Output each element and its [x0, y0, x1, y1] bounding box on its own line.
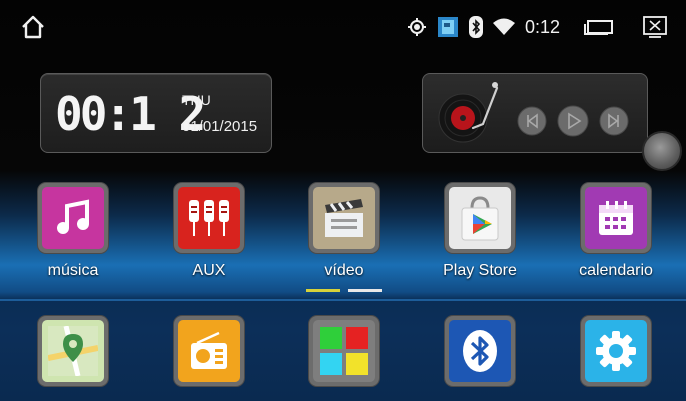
- app-musica[interactable]: música: [13, 183, 133, 280]
- dock-settings[interactable]: [556, 316, 676, 386]
- app-label: música: [47, 262, 99, 279]
- app-notification-icon: [437, 16, 459, 38]
- clock-day: THU: [182, 92, 211, 108]
- next-icon[interactable]: [599, 106, 629, 141]
- app-calendario[interactable]: calendario: [556, 183, 676, 280]
- app-tile: [445, 316, 515, 386]
- app-video[interactable]: vídeo: [284, 183, 404, 280]
- app-tile: [581, 183, 651, 253]
- dock-radio[interactable]: [149, 316, 269, 386]
- previous-icon[interactable]: [517, 106, 547, 141]
- status-bar: 0:12: [0, 0, 686, 52]
- status-icons: 0:12: [407, 12, 668, 42]
- radio-icon: [178, 320, 240, 382]
- play-store-icon: [449, 187, 511, 249]
- clock-widget[interactable]: 00:1 2 THU 01/01/2015: [40, 73, 272, 153]
- aux-cable-icon: [178, 187, 240, 249]
- clock-time: 00:1 2: [55, 87, 206, 141]
- page-indicator: [348, 289, 382, 292]
- floating-assistive-button[interactable]: [642, 131, 682, 171]
- app-tile: [309, 183, 379, 253]
- recent-apps-icon[interactable]: [584, 19, 614, 35]
- app-tile: [174, 316, 244, 386]
- app-grid-icon: [313, 320, 375, 382]
- app-play-store[interactable]: Play Store: [420, 183, 540, 280]
- app-tile: [445, 183, 515, 253]
- app-aux[interactable]: AUX: [149, 183, 269, 280]
- settings-gear-icon: [585, 320, 647, 382]
- launcher-screen: 0:12 00:1 2 THU 01/01/2015 música AUX ví…: [0, 0, 686, 401]
- clapperboard-icon: [313, 187, 375, 249]
- app-label: Play Store: [443, 262, 517, 279]
- vinyl-record-icon[interactable]: [433, 80, 505, 151]
- app-label: vídeo: [324, 262, 364, 279]
- status-time: 0:12: [524, 16, 560, 37]
- app-tile: [309, 316, 379, 386]
- home-icon[interactable]: [20, 14, 46, 40]
- screen-icon[interactable]: [642, 16, 668, 38]
- app-label: calendario: [579, 262, 653, 279]
- dock-app-drawer[interactable]: [284, 316, 404, 386]
- page-indicator-active: [306, 289, 340, 292]
- music-widget: [422, 73, 648, 153]
- app-tile: [581, 316, 651, 386]
- bluetooth-icon: [449, 320, 511, 382]
- dock-maps[interactable]: [13, 316, 133, 386]
- play-icon[interactable]: [557, 105, 589, 142]
- calendar-icon: [585, 187, 647, 249]
- wifi-icon: [492, 18, 515, 36]
- app-tile: [38, 183, 108, 253]
- bluetooth-icon: [468, 16, 483, 38]
- dock-divider: [0, 299, 686, 301]
- clock-date: 01/01/2015: [182, 118, 258, 135]
- app-tile: [38, 316, 108, 386]
- maps-icon: [42, 320, 104, 382]
- music-note-icon: [42, 187, 104, 249]
- location-icon: [407, 17, 427, 37]
- dock-bluetooth[interactable]: [420, 316, 540, 386]
- app-tile: [174, 183, 244, 253]
- app-label: AUX: [192, 262, 226, 279]
